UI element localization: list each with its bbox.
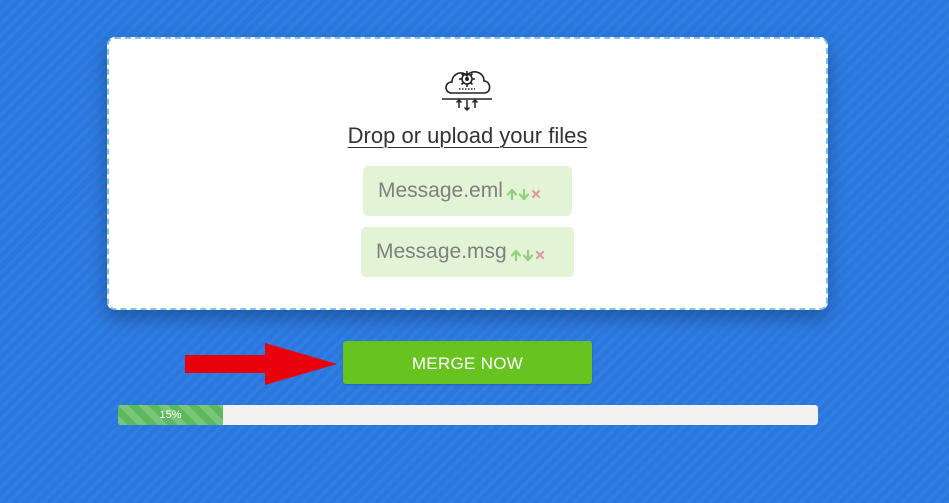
remove-x-icon[interactable]: [531, 189, 541, 199]
file-actions: [506, 188, 543, 200]
red-arrow-pointer-icon: [185, 343, 337, 385]
upload-files-link[interactable]: Drop or upload your files: [109, 123, 826, 149]
file-name: Message.eml: [378, 179, 503, 202]
arrow-up-icon[interactable]: [506, 188, 517, 200]
progress-label: 15%: [159, 409, 182, 421]
arrow-up-icon[interactable]: [510, 249, 521, 261]
merge-now-button[interactable]: MERGE NOW: [343, 341, 592, 384]
remove-x-icon[interactable]: [535, 250, 545, 260]
arrow-down-icon[interactable]: [522, 249, 533, 261]
file-dropzone[interactable]: Drop or upload your files Message.eml Me…: [107, 37, 828, 310]
arrow-down-icon[interactable]: [518, 188, 529, 200]
file-item: Message.eml: [363, 166, 572, 216]
file-name: Message.msg: [376, 240, 507, 263]
cloud-upload-gear-icon: [442, 71, 492, 112]
file-item: Message.msg: [361, 227, 574, 277]
file-actions: [510, 249, 547, 261]
progress-bar: 15%: [118, 405, 818, 425]
